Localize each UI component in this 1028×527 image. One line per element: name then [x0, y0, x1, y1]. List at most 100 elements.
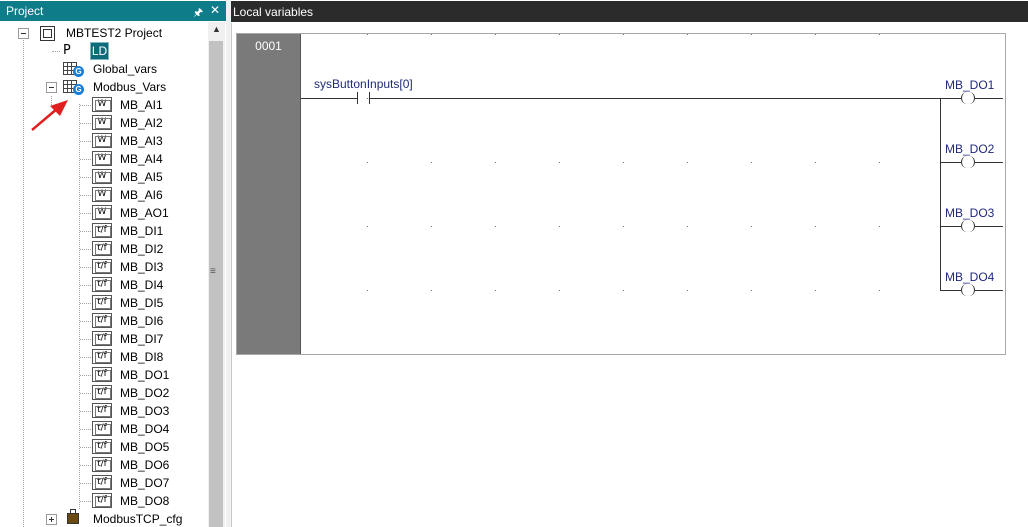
- coil-variable[interactable]: MB_DO1: [945, 78, 994, 92]
- variable-name: MB_DI4: [120, 278, 164, 292]
- global-icon: G: [73, 84, 84, 95]
- coil-icon[interactable]: [961, 92, 975, 104]
- grid-dot: [879, 226, 880, 227]
- project-panel-header: Project 🖈︎ ✕: [0, 1, 226, 21]
- word-variable-icon: W: [92, 151, 112, 166]
- tree-item-variable[interactable]: t/f MB_DI4: [0, 276, 208, 294]
- tree-item-variable[interactable]: t/f MB_DI1: [0, 222, 208, 240]
- grid-dot: [623, 290, 624, 291]
- tree-item-variable[interactable]: t/f MB_DO5: [0, 438, 208, 456]
- project-panel-title: Project: [6, 4, 44, 18]
- grid-dot: [623, 34, 624, 35]
- parallel-branch-wire: [940, 98, 941, 290]
- tree-item-variable[interactable]: W MB_AO1: [0, 204, 208, 222]
- grid-dot: [559, 162, 560, 163]
- grid-dot: [559, 290, 560, 291]
- variable-name: MB_DI1: [120, 224, 164, 238]
- rung-number-bar[interactable]: 0001: [237, 34, 301, 354]
- coil-variable[interactable]: MB_DO3: [945, 206, 994, 220]
- grid-dot: [431, 34, 432, 35]
- tree-item-variable[interactable]: t/f MB_DI8: [0, 348, 208, 366]
- coil-icon[interactable]: [961, 220, 975, 232]
- grid-dot: [623, 226, 624, 227]
- tree-item-variable[interactable]: t/f MB_DO8: [0, 492, 208, 510]
- variable-name: MB_DI8: [120, 350, 164, 364]
- ld-badge: LD: [90, 42, 109, 60]
- pin-icon[interactable]: 🖈︎: [193, 4, 203, 23]
- tree-item-variable[interactable]: t/f MB_DO7: [0, 474, 208, 492]
- config-icon: [67, 509, 79, 524]
- tree-item-modbus-vars[interactable]: G Modbus_Vars: [0, 78, 208, 96]
- grid-dot: [559, 226, 560, 227]
- grid-dot: [751, 226, 752, 227]
- tree-item-modbustcp-cfg[interactable]: ModbusTCP_cfg: [0, 509, 208, 527]
- coil-icon[interactable]: [961, 156, 975, 168]
- coil-icon[interactable]: [961, 284, 975, 296]
- grid-dot: [879, 162, 880, 163]
- grid-dot: [687, 34, 688, 35]
- ld-editor: Local variables 0001 sysButtonInputs[0] …: [231, 0, 1028, 527]
- variable-name: MB_DO3: [120, 404, 170, 418]
- tree-item-variable[interactable]: t/f MB_DO6: [0, 456, 208, 474]
- variable-name: MB_AI6: [120, 188, 163, 202]
- tree-item-variable[interactable]: W MB_AI6: [0, 186, 208, 204]
- collapse-icon[interactable]: [18, 28, 29, 39]
- bool-variable-icon: t/f: [92, 493, 112, 508]
- coil-variable[interactable]: MB_DO2: [945, 142, 994, 156]
- variable-name: MB_DI6: [120, 314, 164, 328]
- close-icon[interactable]: ✕: [210, 3, 220, 17]
- project-name: MBTEST2 Project: [66, 26, 163, 40]
- contact-variable[interactable]: sysButtonInputs[0]: [314, 77, 413, 91]
- coil-wire: [975, 290, 1003, 291]
- tree-item-variable[interactable]: t/f MB_DO2: [0, 384, 208, 402]
- grid-dot: [687, 290, 688, 291]
- word-variable-icon: W: [92, 205, 112, 220]
- bool-variable-icon: t/f: [92, 349, 112, 364]
- bool-variable-icon: t/f: [92, 385, 112, 400]
- word-variable-icon: W: [92, 133, 112, 148]
- coil-variable[interactable]: MB_DO4: [945, 270, 994, 284]
- tree-item-variable[interactable]: W MB_AI5: [0, 168, 208, 186]
- tree-item-variable[interactable]: t/f MB_DI6: [0, 312, 208, 330]
- rung-wire: [301, 98, 357, 99]
- tree-item-variable[interactable]: W MB_AI4: [0, 150, 208, 168]
- program-label: P: [63, 43, 71, 58]
- tree-item-variable[interactable]: t/f MB_DI5: [0, 294, 208, 312]
- variable-name: MB_DO2: [120, 386, 170, 400]
- splitter-grip-icon[interactable]: ≡: [210, 266, 216, 277]
- tree-item-variable[interactable]: t/f MB_DI7: [0, 330, 208, 348]
- tree-item-variable[interactable]: t/f MB_DO1: [0, 366, 208, 384]
- tree-item-variable[interactable]: t/f MB_DO4: [0, 420, 208, 438]
- bool-variable-icon: t/f: [92, 367, 112, 382]
- variable-name: MB_AI2: [120, 116, 163, 130]
- grid-dot: [431, 226, 432, 227]
- grid-dot: [431, 162, 432, 163]
- project-icon: [40, 26, 55, 41]
- grid-dot: [687, 162, 688, 163]
- ld-rung[interactable]: 0001 sysButtonInputs[0] MB_DO1 MB_DO2 MB_D…: [236, 33, 1006, 355]
- scroll-up-icon[interactable]: ▲: [208, 24, 225, 40]
- variable-name: MB_DI3: [120, 260, 164, 274]
- tree-item-project[interactable]: MBTEST2 Project: [0, 24, 208, 42]
- grid-dot: [815, 162, 816, 163]
- tree-item-variable[interactable]: t/f MB_DI2: [0, 240, 208, 258]
- editor-canvas[interactable]: 0001 sysButtonInputs[0] MB_DO1 MB_DO2 MB_D…: [231, 23, 1028, 527]
- grid-dot: [815, 290, 816, 291]
- coil-wire: [975, 162, 1003, 163]
- grid-dot: [431, 290, 432, 291]
- tree-item-global-vars[interactable]: G Global_vars: [0, 60, 208, 78]
- bool-variable-icon: t/f: [92, 277, 112, 292]
- tree-item-program-ld[interactable]: P LD: [0, 42, 208, 60]
- grid-dot: [751, 162, 752, 163]
- bool-variable-icon: t/f: [92, 421, 112, 436]
- bool-variable-icon: t/f: [92, 295, 112, 310]
- collapse-icon[interactable]: [46, 82, 57, 93]
- tree-item-variable[interactable]: t/f MB_DO3: [0, 402, 208, 420]
- tree-item-variable[interactable]: t/f MB_DI3: [0, 258, 208, 276]
- grid-dot: [367, 162, 368, 163]
- expand-icon[interactable]: [46, 514, 57, 525]
- bool-variable-icon: t/f: [92, 259, 112, 274]
- variable-name: MB_DO8: [120, 494, 170, 508]
- grid-dot: [687, 226, 688, 227]
- scroll-thumb[interactable]: [209, 41, 223, 527]
